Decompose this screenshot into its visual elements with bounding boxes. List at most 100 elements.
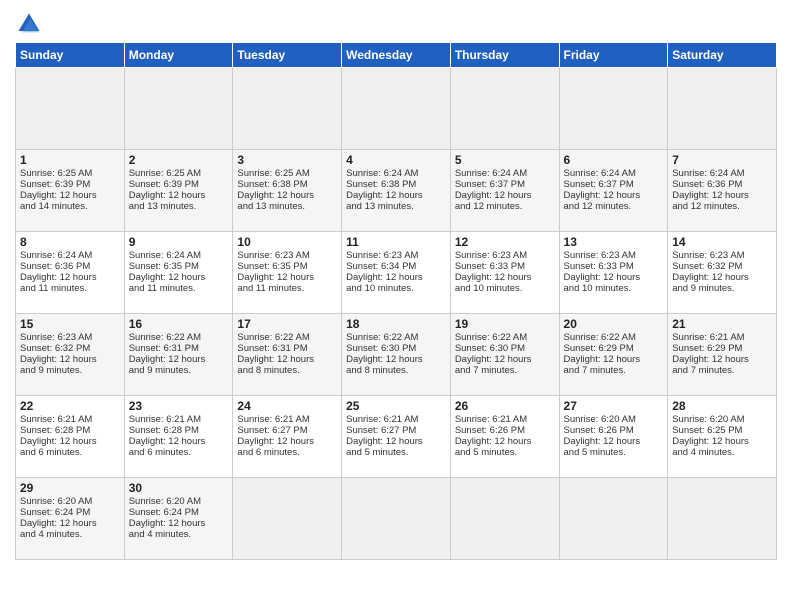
day-info: Sunset: 6:25 PM xyxy=(672,425,772,436)
day-info: and 4 minutes. xyxy=(20,529,120,540)
day-info: Sunset: 6:36 PM xyxy=(672,179,772,190)
day-info: and 9 minutes. xyxy=(672,283,772,294)
day-info: Sunrise: 6:20 AM xyxy=(564,414,664,425)
day-info: Sunset: 6:27 PM xyxy=(346,425,446,436)
day-info: Sunrise: 6:25 AM xyxy=(237,168,337,179)
day-info: Daylight: 12 hours xyxy=(20,272,120,283)
day-cell xyxy=(233,68,342,150)
day-number: 9 xyxy=(129,235,229,249)
day-info: Sunset: 6:24 PM xyxy=(129,507,229,518)
day-cell xyxy=(668,68,777,150)
day-info: Sunrise: 6:21 AM xyxy=(20,414,120,425)
day-info: Sunrise: 6:23 AM xyxy=(455,250,555,261)
day-cell: 17Sunrise: 6:22 AMSunset: 6:31 PMDayligh… xyxy=(233,314,342,396)
week-row-5: 22Sunrise: 6:21 AMSunset: 6:28 PMDayligh… xyxy=(16,396,777,478)
day-number: 19 xyxy=(455,317,555,331)
day-info: and 14 minutes. xyxy=(20,201,120,212)
day-cell: 26Sunrise: 6:21 AMSunset: 6:26 PMDayligh… xyxy=(450,396,559,478)
col-header-tuesday: Tuesday xyxy=(233,43,342,68)
week-row-4: 15Sunrise: 6:23 AMSunset: 6:32 PMDayligh… xyxy=(16,314,777,396)
day-info: and 10 minutes. xyxy=(455,283,555,294)
day-number: 17 xyxy=(237,317,337,331)
week-row-6: 29Sunrise: 6:20 AMSunset: 6:24 PMDayligh… xyxy=(16,478,777,560)
day-info: Daylight: 12 hours xyxy=(129,518,229,529)
col-header-wednesday: Wednesday xyxy=(342,43,451,68)
day-number: 13 xyxy=(564,235,664,249)
day-info: Sunset: 6:38 PM xyxy=(237,179,337,190)
day-info: Sunset: 6:30 PM xyxy=(455,343,555,354)
day-cell: 22Sunrise: 6:21 AMSunset: 6:28 PMDayligh… xyxy=(16,396,125,478)
day-info: Sunrise: 6:22 AM xyxy=(237,332,337,343)
day-info: and 11 minutes. xyxy=(237,283,337,294)
day-info: Sunrise: 6:21 AM xyxy=(672,332,772,343)
day-info: Sunset: 6:39 PM xyxy=(20,179,120,190)
day-cell: 3Sunrise: 6:25 AMSunset: 6:38 PMDaylight… xyxy=(233,150,342,232)
day-cell: 20Sunrise: 6:22 AMSunset: 6:29 PMDayligh… xyxy=(559,314,668,396)
day-cell xyxy=(16,68,125,150)
day-info: Sunset: 6:38 PM xyxy=(346,179,446,190)
day-number: 20 xyxy=(564,317,664,331)
day-number: 5 xyxy=(455,153,555,167)
day-info: Daylight: 12 hours xyxy=(672,190,772,201)
day-cell: 24Sunrise: 6:21 AMSunset: 6:27 PMDayligh… xyxy=(233,396,342,478)
day-info: Daylight: 12 hours xyxy=(346,272,446,283)
day-number: 4 xyxy=(346,153,446,167)
day-cell: 2Sunrise: 6:25 AMSunset: 6:39 PMDaylight… xyxy=(124,150,233,232)
day-info: Sunset: 6:31 PM xyxy=(237,343,337,354)
day-number: 25 xyxy=(346,399,446,413)
day-info: Sunrise: 6:21 AM xyxy=(346,414,446,425)
day-info: and 12 minutes. xyxy=(564,201,664,212)
day-info: Sunset: 6:33 PM xyxy=(455,261,555,272)
day-number: 15 xyxy=(20,317,120,331)
day-info: Sunrise: 6:23 AM xyxy=(346,250,446,261)
day-info: and 4 minutes. xyxy=(672,447,772,458)
day-info: and 6 minutes. xyxy=(20,447,120,458)
day-info: Daylight: 12 hours xyxy=(564,354,664,365)
day-info: Daylight: 12 hours xyxy=(346,354,446,365)
day-number: 18 xyxy=(346,317,446,331)
day-info: Sunset: 6:32 PM xyxy=(672,261,772,272)
day-info: Sunset: 6:32 PM xyxy=(20,343,120,354)
day-number: 10 xyxy=(237,235,337,249)
day-number: 8 xyxy=(20,235,120,249)
day-cell: 4Sunrise: 6:24 AMSunset: 6:38 PMDaylight… xyxy=(342,150,451,232)
day-cell: 18Sunrise: 6:22 AMSunset: 6:30 PMDayligh… xyxy=(342,314,451,396)
day-info: Sunrise: 6:23 AM xyxy=(237,250,337,261)
day-number: 3 xyxy=(237,153,337,167)
day-cell xyxy=(342,478,451,560)
day-info: and 6 minutes. xyxy=(237,447,337,458)
day-cell xyxy=(559,68,668,150)
day-info: and 11 minutes. xyxy=(129,283,229,294)
day-cell: 14Sunrise: 6:23 AMSunset: 6:32 PMDayligh… xyxy=(668,232,777,314)
week-row-1 xyxy=(16,68,777,150)
day-info: and 7 minutes. xyxy=(455,365,555,376)
day-info: Sunset: 6:34 PM xyxy=(346,261,446,272)
day-info: Sunset: 6:37 PM xyxy=(455,179,555,190)
day-info: Sunset: 6:33 PM xyxy=(564,261,664,272)
day-info: Daylight: 12 hours xyxy=(455,354,555,365)
day-info: and 13 minutes. xyxy=(346,201,446,212)
day-info: Daylight: 12 hours xyxy=(129,272,229,283)
day-info: Sunset: 6:27 PM xyxy=(237,425,337,436)
day-info: and 8 minutes. xyxy=(346,365,446,376)
day-cell: 11Sunrise: 6:23 AMSunset: 6:34 PMDayligh… xyxy=(342,232,451,314)
day-info: Sunset: 6:26 PM xyxy=(455,425,555,436)
day-info: and 13 minutes. xyxy=(129,201,229,212)
day-info: and 11 minutes. xyxy=(20,283,120,294)
logo-icon xyxy=(15,10,43,38)
day-number: 11 xyxy=(346,235,446,249)
day-number: 2 xyxy=(129,153,229,167)
day-info: and 7 minutes. xyxy=(672,365,772,376)
day-number: 21 xyxy=(672,317,772,331)
week-row-3: 8Sunrise: 6:24 AMSunset: 6:36 PMDaylight… xyxy=(16,232,777,314)
day-info: and 5 minutes. xyxy=(455,447,555,458)
day-info: Sunrise: 6:21 AM xyxy=(129,414,229,425)
day-info: Daylight: 12 hours xyxy=(237,190,337,201)
day-cell: 6Sunrise: 6:24 AMSunset: 6:37 PMDaylight… xyxy=(559,150,668,232)
day-number: 7 xyxy=(672,153,772,167)
day-info: Sunset: 6:29 PM xyxy=(564,343,664,354)
day-cell: 16Sunrise: 6:22 AMSunset: 6:31 PMDayligh… xyxy=(124,314,233,396)
day-info: Daylight: 12 hours xyxy=(129,354,229,365)
day-info: Sunrise: 6:25 AM xyxy=(20,168,120,179)
day-info: Sunrise: 6:24 AM xyxy=(564,168,664,179)
